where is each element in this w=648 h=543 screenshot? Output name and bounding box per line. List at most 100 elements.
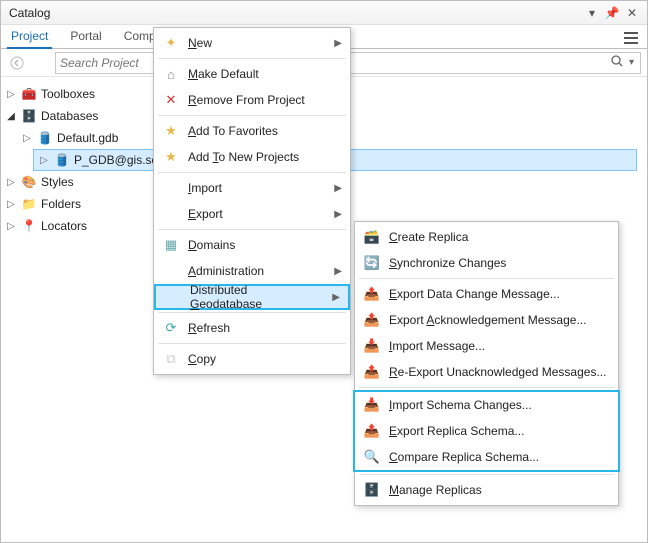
separator	[359, 278, 614, 279]
blank-icon	[162, 179, 180, 197]
content-area: ▷ 🧰 Toolboxes ◢ 🗄️ Databases ▷ 🛢️ Defaul…	[1, 77, 647, 542]
autohide-button[interactable]: ▾	[585, 6, 599, 20]
menu-item-compare-replica-schema[interactable]: 🔍 Compare Replica Schema...	[355, 444, 618, 470]
search-dropdown-icon[interactable]: ▾	[627, 57, 636, 68]
menu-item-export[interactable]: Export ▶	[154, 201, 350, 227]
submenu-arrow-icon: ▶	[326, 38, 342, 49]
refresh-icon: ⟳	[162, 319, 180, 337]
domains-icon: ▦	[162, 236, 180, 254]
blank-icon	[162, 262, 180, 280]
hamburger-menu-button[interactable]	[621, 28, 641, 48]
menu-item-distributed-geodatabase[interactable]: Distributed Geodatabase ▶	[154, 284, 350, 310]
import-msg-icon: 📥	[363, 337, 381, 355]
menu-label: New	[188, 36, 318, 50]
menu-label: Create Replica	[389, 230, 610, 244]
menu-label: Import	[188, 181, 318, 195]
menu-item-add-favorites[interactable]: ★ Add To Favorites	[154, 118, 350, 144]
separator	[158, 115, 346, 116]
close-button[interactable]: ✕	[625, 6, 639, 20]
menu-item-administration[interactable]: Administration ▶	[154, 258, 350, 284]
menu-item-import-message[interactable]: 📥 Import Message...	[355, 333, 618, 359]
menu-item-domains[interactable]: ▦ Domains	[154, 232, 350, 258]
home-db-icon: ⌂	[162, 65, 180, 83]
import-schema-icon: 📥	[363, 396, 381, 414]
submenu-arrow-icon: ▶	[326, 266, 342, 277]
blank-icon	[162, 205, 180, 223]
menu-item-reexport[interactable]: 📤 Re-Export Unacknowledged Messages...	[355, 359, 618, 385]
chevron-right-icon[interactable]: ▷	[38, 155, 50, 166]
separator	[158, 58, 346, 59]
menu-label: Distributed Geodatabase	[190, 283, 316, 311]
export-ack-icon: 📤	[363, 311, 381, 329]
menu-item-refresh[interactable]: ⟳ Refresh	[154, 315, 350, 341]
tree-label: Databases	[41, 109, 98, 123]
chevron-right-icon[interactable]: ▷	[21, 133, 33, 144]
context-menu-distributed-gdb: 🗃️ Create Replica 🔄 Synchronize Changes …	[354, 221, 619, 506]
remove-icon: ✕	[162, 91, 180, 109]
tree-label: Folders	[41, 197, 81, 211]
catalog-pane: Catalog ▾ 📌 ✕ Project Portal Compute ▾	[0, 0, 648, 543]
database-group-icon: 🗄️	[21, 108, 37, 124]
menu-label: Manage Replicas	[389, 483, 610, 497]
menu-item-export-data-change[interactable]: 📤 Export Data Change Message...	[355, 281, 618, 307]
title-text: Catalog	[9, 6, 50, 20]
highlighted-schema-group: 📥 Import Schema Changes... 📤 Export Repl…	[353, 390, 620, 472]
separator	[158, 172, 346, 173]
menu-item-export-replica-schema[interactable]: 📤 Export Replica Schema...	[355, 418, 618, 444]
menu-label: Remove From Project	[188, 93, 342, 107]
menu-item-import[interactable]: Import ▶	[154, 175, 350, 201]
menu-item-import-schema-changes[interactable]: 📥 Import Schema Changes...	[355, 392, 618, 418]
separator	[158, 229, 346, 230]
tab-project[interactable]: Project	[7, 29, 52, 49]
menu-label: Add To Favorites	[188, 124, 342, 138]
pin-button[interactable]: 📌	[605, 6, 619, 20]
separator	[158, 312, 346, 313]
menu-label: Domains	[188, 238, 342, 252]
menu-item-manage-replicas[interactable]: 🗄️ Manage Replicas	[355, 477, 618, 503]
menu-item-remove[interactable]: ✕ Remove From Project	[154, 87, 350, 113]
chevron-right-icon[interactable]: ▷	[5, 89, 17, 100]
menu-label: Compare Replica Schema...	[389, 450, 610, 464]
menu-label: Export Replica Schema...	[389, 424, 610, 438]
menu-label: Export Data Change Message...	[389, 287, 610, 301]
title-bar: Catalog ▾ 📌 ✕	[1, 1, 647, 25]
tab-portal[interactable]: Portal	[66, 29, 105, 48]
export-schema-icon: 📤	[363, 422, 381, 440]
reexport-icon: 📤	[363, 363, 381, 381]
chevron-right-icon[interactable]: ▷	[5, 221, 17, 232]
star-plus-icon: ★	[162, 148, 180, 166]
menu-item-export-ack[interactable]: 📤 Export Acknowledgement Message...	[355, 307, 618, 333]
enterprise-gdb-icon: 🛢️	[54, 152, 70, 168]
back-button[interactable]	[7, 53, 27, 73]
sync-icon: 🔄	[363, 254, 381, 272]
chevron-right-icon[interactable]: ▷	[5, 199, 17, 210]
separator	[158, 343, 346, 344]
chevron-down-icon[interactable]: ◢	[5, 111, 17, 122]
context-menu-primary: ✦ New ▶ ⌂ Make Default ✕ Remove From Pro…	[153, 27, 351, 375]
tree-label: Toolboxes	[41, 87, 95, 101]
menu-item-add-new-projects[interactable]: ★ Add To New Projects	[154, 144, 350, 170]
star-icon: ✦	[162, 34, 180, 52]
chevron-right-icon[interactable]: ▷	[5, 177, 17, 188]
menu-item-create-replica[interactable]: 🗃️ Create Replica	[355, 224, 618, 250]
tree-label: Styles	[41, 175, 74, 189]
separator	[359, 474, 614, 475]
submenu-arrow-icon: ▶	[326, 183, 342, 194]
menu-item-new[interactable]: ✦ New ▶	[154, 30, 350, 56]
menu-item-sync-changes[interactable]: 🔄 Synchronize Changes	[355, 250, 618, 276]
window-controls: ▾ 📌 ✕	[585, 6, 639, 20]
styles-icon: 🎨	[21, 174, 37, 190]
menu-label: Re-Export Unacknowledged Messages...	[389, 365, 610, 379]
tree-label: P_GDB@gis.sde	[74, 153, 165, 167]
menu-label: Refresh	[188, 321, 342, 335]
menu-item-make-default[interactable]: ⌂ Make Default	[154, 61, 350, 87]
menu-label: Administration	[188, 264, 318, 278]
search-icon[interactable]	[607, 55, 627, 70]
tree-label: Locators	[41, 219, 87, 233]
create-replica-icon: 🗃️	[363, 228, 381, 246]
folder-icon: 📁	[21, 196, 37, 212]
geodatabase-icon: 🛢️	[37, 130, 53, 146]
tabs: Project Portal Compute	[7, 29, 176, 48]
menu-label: Synchronize Changes	[389, 256, 610, 270]
blank-icon	[164, 288, 182, 306]
